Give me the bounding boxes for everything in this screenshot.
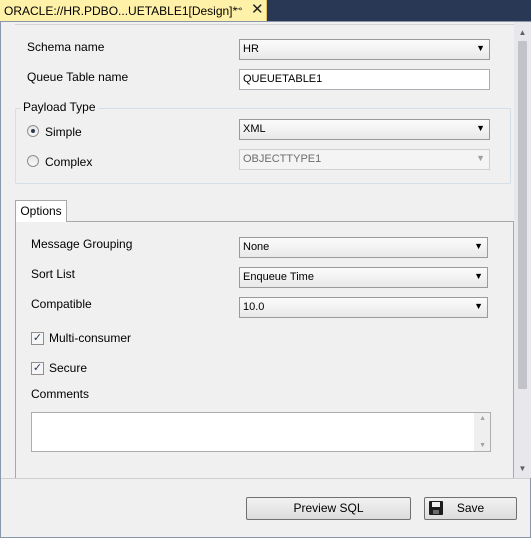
scroll-down-icon[interactable]: ▼: [479, 442, 486, 449]
scroll-down-icon[interactable]: ▼: [514, 460, 531, 477]
document-tab[interactable]: ORACLE://HR.PDBO...UETABLE1[Design]* ⊸ ✕: [0, 0, 267, 21]
queue-table-name-value: QUEUETABLE1: [243, 73, 323, 85]
simple-type-combo[interactable]: XML ▼: [239, 119, 490, 140]
tab-options[interactable]: Options: [15, 200, 67, 222]
complex-radio[interactable]: [27, 155, 39, 167]
simple-radio[interactable]: [27, 125, 39, 137]
sort-list-label: Sort List: [31, 267, 76, 281]
multi-consumer-label: Multi-consumer: [49, 331, 132, 345]
schema-name-label: Schema name: [27, 40, 105, 54]
document-tab-title: ORACLE://HR.PDBO...UETABLE1[Design]*: [4, 3, 238, 18]
compatible-value: 10.0: [243, 301, 265, 313]
chevron-down-icon: ▼: [474, 301, 483, 311]
chevron-down-icon: ▼: [476, 153, 485, 163]
preview-sql-button[interactable]: Preview SQL: [246, 497, 411, 520]
save-icon: [429, 501, 443, 515]
designer-window: Schema name HR ▼ Queue Table name QUEUET…: [0, 21, 531, 538]
multi-consumer-checkbox[interactable]: ✓: [31, 332, 44, 345]
save-button-label: Save: [456, 501, 485, 515]
save-button[interactable]: Save: [424, 497, 517, 520]
comments-textarea[interactable]: ▲ ▼: [31, 412, 491, 452]
queue-table-name-input[interactable]: QUEUETABLE1: [239, 69, 490, 90]
message-grouping-label: Message Grouping: [31, 237, 133, 251]
schema-name-value: HR: [243, 43, 259, 55]
schema-name-combo[interactable]: HR ▼: [239, 39, 490, 60]
message-grouping-combo[interactable]: None ▼: [239, 237, 488, 258]
sort-list-combo[interactable]: Enqueue Time ▼: [239, 267, 488, 288]
scrollbar-thumb[interactable]: [518, 41, 527, 389]
queue-table-name-label: Queue Table name: [27, 70, 129, 84]
simple-type-value: XML: [243, 123, 266, 135]
sort-list-value: Enqueue Time: [243, 271, 314, 283]
vertical-scrollbar[interactable]: ▲ ▼: [514, 22, 531, 478]
close-icon[interactable]: ✕: [251, 1, 264, 19]
payload-type-legend: Payload Type: [21, 100, 98, 114]
chevron-down-icon: ▼: [476, 43, 485, 53]
pin-icon[interactable]: ⊸: [234, 4, 242, 15]
designer-content: Schema name HR ▼ Queue Table name QUEUET…: [1, 22, 514, 478]
comments-label: Comments: [31, 387, 90, 401]
scroll-up-icon[interactable]: ▲: [479, 415, 486, 422]
chevron-down-icon: ▼: [474, 271, 483, 281]
complex-type-combo: OBJECTTYPE1 ▼: [239, 149, 490, 170]
simple-label: Simple: [45, 125, 82, 139]
secure-label: Secure: [49, 361, 88, 375]
compatible-combo[interactable]: 10.0 ▼: [239, 297, 488, 318]
scroll-up-icon[interactable]: ▲: [514, 24, 531, 41]
document-tab-strip: ORACLE://HR.PDBO...UETABLE1[Design]* ⊸ ✕: [0, 0, 531, 21]
secure-checkbox[interactable]: ✓: [31, 362, 44, 375]
compatible-label: Compatible: [31, 297, 92, 311]
complex-label: Complex: [45, 155, 93, 169]
complex-type-value: OBJECTTYPE1: [243, 153, 322, 165]
chevron-down-icon: ▼: [476, 123, 485, 133]
message-grouping-value: None: [243, 241, 270, 253]
top-divider: [15, 24, 514, 25]
button-bar: Preview SQL Save: [1, 478, 530, 537]
chevron-down-icon: ▼: [474, 241, 483, 251]
